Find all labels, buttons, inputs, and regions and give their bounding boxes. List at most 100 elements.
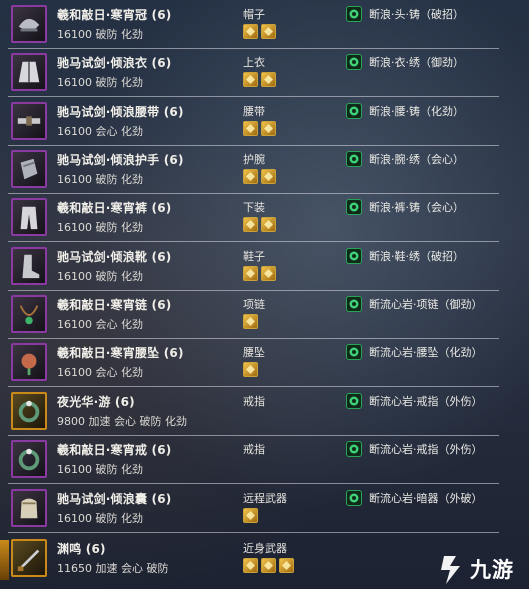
item-thumbnail[interactable] bbox=[11, 102, 47, 140]
pendant-icon bbox=[21, 353, 37, 376]
enhance-icon[interactable] bbox=[346, 6, 362, 22]
item-stats: 9800 加速 会心 破防 化劲 bbox=[57, 415, 187, 428]
enhance-label: 断浪·头·铸（破招） bbox=[369, 8, 464, 21]
gem-icon[interactable] bbox=[243, 362, 258, 377]
item-thumbnail[interactable] bbox=[11, 198, 47, 236]
item-stats: 16100 会心 化劲 bbox=[57, 125, 143, 138]
equipment-row[interactable]: 夜光华·游 (6) 9800 加速 会心 破防 化劲 戒指 断流心岩·戒指（外伤） bbox=[0, 388, 499, 436]
watermark-text: 九游 bbox=[470, 557, 514, 582]
equipment-row[interactable]: 羲和敲日·寒宵裤 (6) 16100 破防 化劲 下装 断浪·裤·铸（会心） bbox=[0, 194, 499, 242]
item-slot: 腰带 bbox=[243, 105, 265, 118]
item-slot: 上衣 bbox=[243, 56, 265, 69]
item-stats: 16100 破防 化劲 bbox=[57, 76, 143, 89]
item-stats: 16100 破防 化劲 bbox=[57, 512, 143, 525]
enhance-icon[interactable] bbox=[346, 54, 362, 70]
gem-icon[interactable] bbox=[243, 169, 258, 184]
enhance-icon[interactable] bbox=[346, 296, 362, 312]
equipment-row[interactable]: 渊鸣 (6) 11650 加速 会心 破防 近身武器 bbox=[0, 535, 499, 583]
blade-icon bbox=[17, 549, 40, 572]
enhance-label: 断流心岩·戒指（外伤） bbox=[369, 443, 483, 456]
enhance-label: 断流心岩·腰坠（化劲） bbox=[369, 346, 483, 359]
enhance-label: 断浪·衣·绣（御劲） bbox=[369, 56, 464, 69]
enhance-icon[interactable] bbox=[346, 151, 362, 167]
enhance-label: 断浪·裤·铸（会心） bbox=[369, 201, 464, 214]
item-slot: 鞋子 bbox=[243, 250, 265, 263]
gem-icon[interactable] bbox=[261, 217, 276, 232]
equipment-row[interactable]: 羲和敲日·寒宵链 (6) 16100 会心 化劲 项链 断流心岩·项链（御劲） bbox=[0, 291, 499, 339]
enhance-icon[interactable] bbox=[346, 199, 362, 215]
enhance-icon[interactable] bbox=[346, 103, 362, 119]
gem-icon[interactable] bbox=[279, 558, 294, 573]
item-slot: 戒指 bbox=[243, 395, 265, 408]
enhance-icon[interactable] bbox=[346, 441, 362, 457]
watermark: 九游 bbox=[436, 548, 529, 589]
robe-icon bbox=[18, 61, 40, 83]
gem-icon[interactable] bbox=[261, 121, 276, 136]
item-name: 驰马试剑·倾浪护手 (6) bbox=[57, 153, 184, 167]
equipment-row[interactable]: 驰马试剑·倾浪囊 (6) 16100 破防 化劲 远程武器 断流心岩·暗器（外破） bbox=[0, 485, 499, 533]
enhance-label: 断浪·腕·绣（会心） bbox=[369, 153, 464, 166]
gem-icon[interactable] bbox=[243, 266, 258, 281]
gem-sockets bbox=[243, 508, 258, 523]
gem-sockets bbox=[243, 121, 276, 136]
equipment-row[interactable]: 驰马试剑·倾浪腰带 (6) 16100 会心 化劲 腰带 断浪·腰·铸（化劲） bbox=[0, 98, 499, 146]
item-thumbnail[interactable] bbox=[11, 392, 47, 430]
gem-sockets bbox=[243, 314, 258, 329]
item-thumbnail[interactable] bbox=[11, 295, 47, 333]
enhance-label: 断浪·腰·铸（化劲） bbox=[369, 105, 464, 118]
item-slot: 下装 bbox=[243, 201, 265, 214]
item-name: 羲和敲日·寒宵戒 (6) bbox=[57, 443, 172, 457]
gem-icon[interactable] bbox=[243, 24, 258, 39]
gem-icon[interactable] bbox=[243, 72, 258, 87]
item-slot: 帽子 bbox=[243, 8, 265, 21]
item-thumbnail[interactable] bbox=[11, 247, 47, 285]
enhance-icon[interactable] bbox=[346, 344, 362, 360]
gem-icon[interactable] bbox=[261, 266, 276, 281]
gem-icon[interactable] bbox=[243, 121, 258, 136]
item-slot: 戒指 bbox=[243, 443, 265, 456]
ring-icon bbox=[18, 448, 40, 471]
item-thumbnail[interactable] bbox=[11, 539, 47, 577]
item-slot: 近身武器 bbox=[243, 542, 287, 555]
equipment-row[interactable]: 羲和敲日·寒宵戒 (6) 16100 破防 化劲 戒指 断流心岩·戒指（外伤） bbox=[0, 436, 499, 484]
item-thumbnail[interactable] bbox=[11, 150, 47, 188]
enhance-label: 断流心岩·项链（御劲） bbox=[369, 298, 483, 311]
bracer-icon bbox=[20, 158, 38, 180]
gem-icon[interactable] bbox=[261, 72, 276, 87]
equipment-row[interactable]: 驰马试剑·倾浪衣 (6) 16100 破防 化劲 上衣 断浪·衣·绣（御劲） bbox=[0, 49, 499, 97]
gem-icon[interactable] bbox=[243, 314, 258, 329]
item-name: 驰马试剑·倾浪囊 (6) bbox=[57, 492, 172, 506]
gem-icon[interactable] bbox=[243, 217, 258, 232]
item-stats: 16100 破防 化劲 bbox=[57, 221, 143, 234]
gem-icon[interactable] bbox=[261, 169, 276, 184]
enhance-icon[interactable] bbox=[346, 248, 362, 264]
item-thumbnail[interactable] bbox=[11, 343, 47, 381]
equipment-row[interactable]: 驰马试剑·倾浪靴 (6) 16100 破防 化劲 鞋子 断浪·鞋·绣（破招） bbox=[0, 243, 499, 291]
gem-sockets bbox=[243, 266, 276, 281]
item-stats: 16100 破防 化劲 bbox=[57, 463, 143, 476]
equipment-row[interactable]: 羲和敲日·寒宵腰坠 (6) 16100 会心 化劲 腰坠 断流心岩·腰坠（化劲） bbox=[0, 339, 499, 387]
item-thumbnail[interactable] bbox=[11, 440, 47, 478]
item-name: 渊鸣 (6) bbox=[57, 542, 106, 556]
enhance-icon[interactable] bbox=[346, 490, 362, 506]
gem-icon[interactable] bbox=[243, 558, 258, 573]
item-name: 羲和敲日·寒宵腰坠 (6) bbox=[57, 346, 184, 360]
equipment-row[interactable]: 驰马试剑·倾浪护手 (6) 16100 破防 化劲 护腕 断浪·腕·绣（会心） bbox=[0, 146, 499, 194]
equipment-row[interactable]: 羲和敲日·寒宵冠 (6) 16100 破防 化劲 帽子 断浪·头·铸（破招） bbox=[0, 1, 499, 49]
item-thumbnail[interactable] bbox=[11, 5, 47, 43]
gem-sockets bbox=[243, 362, 258, 377]
item-stats: 16100 破防 化劲 bbox=[57, 270, 143, 283]
item-name: 羲和敲日·寒宵裤 (6) bbox=[57, 201, 172, 215]
gem-sockets bbox=[243, 217, 276, 232]
enhance-icon[interactable] bbox=[346, 393, 362, 409]
item-thumbnail[interactable] bbox=[11, 489, 47, 527]
enhance-label: 断流心岩·戒指（外伤） bbox=[369, 395, 483, 408]
item-thumbnail[interactable] bbox=[11, 53, 47, 91]
item-name: 羲和敲日·寒宵链 (6) bbox=[57, 298, 172, 312]
gem-icon[interactable] bbox=[243, 508, 258, 523]
gem-icon[interactable] bbox=[261, 24, 276, 39]
item-slot: 腰坠 bbox=[243, 346, 265, 359]
gem-sockets bbox=[243, 72, 276, 87]
item-stats: 16100 破防 化劲 bbox=[57, 28, 143, 41]
gem-icon[interactable] bbox=[261, 558, 276, 573]
